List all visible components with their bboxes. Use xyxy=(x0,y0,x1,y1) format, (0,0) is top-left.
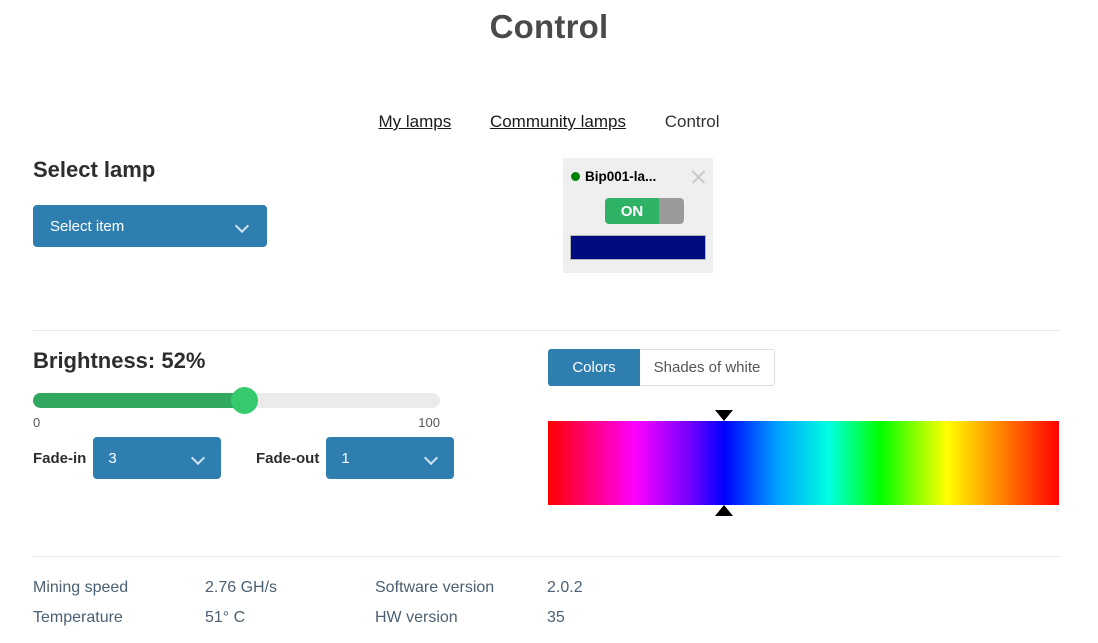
select-lamp-heading: Select lamp xyxy=(33,157,156,182)
brightness-min-label: 0 xyxy=(33,415,41,430)
stat-value: 2.0.2 xyxy=(547,579,583,596)
nav-link-my-lamps[interactable]: My lamps xyxy=(378,112,451,131)
lamp-color-swatch[interactable] xyxy=(570,235,706,260)
color-marker-bottom-icon[interactable] xyxy=(715,505,734,516)
select-lamp-dropdown[interactable]: Select item xyxy=(33,205,267,247)
fade-in-dropdown[interactable]: 3 xyxy=(93,437,222,479)
stat-value: 2.76 GH/s xyxy=(205,579,278,596)
fade-out-group: Fade-out 1 xyxy=(256,437,455,479)
tab-colors[interactable]: Colors xyxy=(548,349,640,386)
stat-key: Temperature xyxy=(33,609,123,626)
stats-row: Mining speed 2.76 GH/s Software version … xyxy=(33,573,1060,603)
divider-top xyxy=(33,330,1060,331)
nav-link-community-lamps[interactable]: Community lamps xyxy=(490,112,626,131)
fade-out-value: 1 xyxy=(341,449,350,467)
stat-value: 51° C xyxy=(205,609,246,626)
chevron-down-icon xyxy=(192,452,205,465)
brightness-heading: Brightness: 52% xyxy=(33,348,206,373)
brightness-slider-handle[interactable] xyxy=(231,387,259,414)
lamp-power-toggle-label: ON xyxy=(605,198,659,224)
chevron-down-icon xyxy=(236,220,249,233)
fade-in-label: Fade-in xyxy=(33,449,87,467)
lamp-card[interactable]: Bip001-la... ON xyxy=(563,158,713,273)
main-nav: My lamps Community lamps Control xyxy=(0,112,1098,132)
color-marker-top-icon[interactable] xyxy=(715,410,734,421)
fade-out-label: Fade-out xyxy=(256,449,320,467)
select-lamp-dropdown-value: Select item xyxy=(50,217,125,235)
stat-key: HW version xyxy=(375,609,458,626)
brightness-max-label: 100 xyxy=(418,415,440,430)
brightness-slider[interactable] xyxy=(33,387,440,414)
lamp-power-toggle[interactable]: ON xyxy=(605,198,684,224)
status-online-icon xyxy=(571,171,580,181)
fade-in-group: Fade-in 3 xyxy=(33,437,222,479)
chevron-down-icon xyxy=(425,452,438,465)
page-title: Control xyxy=(489,8,609,45)
nav-link-control[interactable]: Control xyxy=(665,112,720,131)
fade-out-dropdown[interactable]: 1 xyxy=(326,437,455,479)
lamp-card-header: Bip001-la... xyxy=(571,166,707,186)
stats-row: Temperature 51° C HW version 35 xyxy=(33,603,1060,633)
color-gradient-bar[interactable] xyxy=(548,421,1059,505)
close-icon[interactable] xyxy=(690,168,707,185)
stat-value: 35 xyxy=(547,609,565,626)
color-mode-tabs: Colors Shades of white xyxy=(548,349,775,386)
color-picker[interactable] xyxy=(548,410,1059,516)
device-stats: Mining speed 2.76 GH/s Software version … xyxy=(33,573,1060,633)
tab-shades-of-white[interactable]: Shades of white xyxy=(640,349,775,386)
divider-bottom xyxy=(33,556,1060,557)
stat-key: Software version xyxy=(375,579,495,596)
fade-in-value: 3 xyxy=(108,449,117,467)
brightness-slider-fill xyxy=(33,393,245,408)
lamp-name: Bip001-la... xyxy=(585,168,657,184)
stat-key: Mining speed xyxy=(33,579,129,596)
